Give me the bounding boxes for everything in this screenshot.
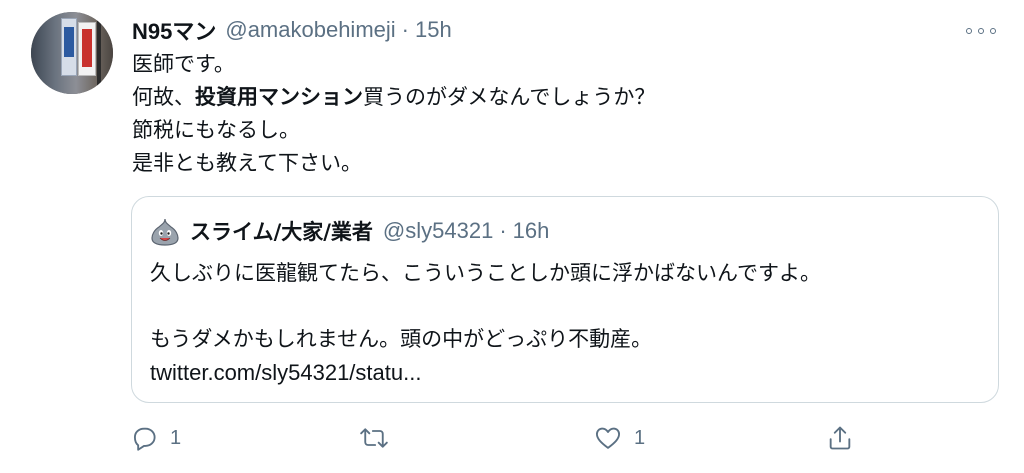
author-handle[interactable]: @amakobehimeji [225, 17, 395, 43]
tweet-text-line: 医師です。 [132, 52, 235, 76]
bold-phrase: 投資用マンション [195, 85, 363, 109]
separator-dot: · [401, 17, 409, 42]
quoted-tweet-text: 久しぶりに医龍観てたら、こういうことしか頭に浮かばないんですよ。 もうダメかもし… [150, 257, 821, 389]
like-button[interactable]: 1 [594, 420, 645, 456]
quoted-author-avatar[interactable] [150, 218, 180, 246]
retweet-icon [360, 428, 388, 448]
like-count: 1 [634, 426, 646, 449]
tweet-text: 医師です。 何故、投資用マンション買うのがダメなんでしょうか？ 節税にもなるし。… [132, 48, 655, 180]
quoted-tweet[interactable]: スライム/大家/業者 @sly54321 · 16h 久しぶりに医龍観てたら、こ… [131, 196, 999, 403]
quoted-link[interactable]: twitter.com/sly54321/statu... [150, 356, 821, 389]
heart-icon [595, 427, 621, 449]
more-horizontal-icon [966, 28, 972, 34]
tweet-header: N95マン @amakobehimeji · 15h [132, 14, 452, 46]
tweet-actions: 1 1 [130, 420, 870, 456]
quoted-author-handle: @sly54321 [382, 218, 494, 243]
tweet-text-line: 是非とも教えて下さい。 [132, 151, 362, 175]
tweet-text-line: 何故、投資用マンション買うのがダメなんでしょうか？ [132, 85, 656, 109]
quoted-tweet-timestamp: 16h [512, 218, 550, 243]
reply-button[interactable]: 1 [130, 420, 181, 456]
reply-count: 1 [170, 426, 182, 449]
tweet-timestamp[interactable]: 15h [415, 17, 452, 43]
quoted-text-line: もうダメかもしれません。頭の中がどっぷり不動産。 [150, 327, 653, 351]
tweet-text-line: 節税にもなるし。 [132, 118, 300, 142]
quoted-author-display-name: スライム/大家/業者 [190, 220, 373, 244]
tweet-card[interactable]: N95マン @amakobehimeji · 15h 医師です。 何故、投資用マ… [0, 0, 1024, 473]
reply-icon [133, 427, 156, 451]
slime-icon [151, 218, 179, 246]
more-options-button[interactable] [966, 20, 996, 42]
quoted-text-line: 久しぶりに医龍観てたら、こういうことしか頭に浮かばないんですよ。 [150, 261, 821, 285]
share-button[interactable] [826, 420, 854, 456]
quoted-tweet-header: スライム/大家/業者 @sly54321 · 16h [190, 215, 549, 247]
author-display-name[interactable]: N95マン [132, 14, 216, 46]
author-avatar[interactable] [31, 12, 113, 94]
retweet-button[interactable] [360, 420, 388, 456]
share-icon [829, 426, 851, 450]
separator-dot: · [499, 218, 507, 243]
